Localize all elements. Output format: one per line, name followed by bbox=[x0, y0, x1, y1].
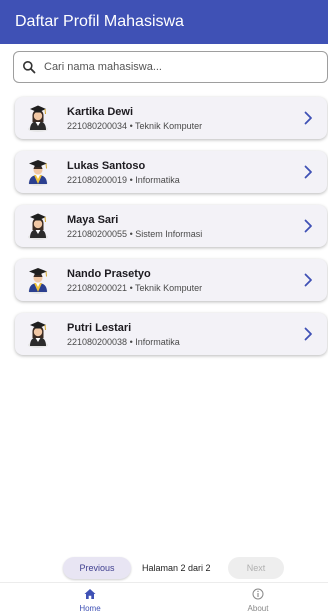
home-icon bbox=[84, 589, 96, 599]
previous-button[interactable]: Previous bbox=[63, 557, 131, 579]
student-meta: 221080200034 • Teknik Komputer bbox=[67, 121, 203, 131]
student-card[interactable]: Putri Lestari 221080200038 • Informatika bbox=[15, 313, 327, 355]
student-name: Putri Lestari bbox=[67, 322, 132, 334]
female-graduate-avatar bbox=[24, 212, 52, 240]
nav-item-home[interactable]: Home bbox=[40, 583, 140, 615]
next-button[interactable]: Next bbox=[228, 557, 284, 579]
info-icon bbox=[252, 588, 264, 600]
chevron-right-icon[interactable] bbox=[300, 272, 316, 288]
student-name: Nando Prasetyo bbox=[67, 268, 151, 280]
chevron-right-icon[interactable] bbox=[300, 164, 316, 180]
student-meta: 221080200021 • Teknik Komputer bbox=[67, 283, 203, 293]
nav-label-about: About bbox=[247, 604, 269, 613]
bottom-navigation: Home About bbox=[0, 582, 328, 615]
chevron-right-icon[interactable] bbox=[300, 110, 316, 126]
female-graduate-avatar bbox=[24, 104, 52, 132]
pagination: Previous Halaman 2 dari 2 Next bbox=[0, 557, 328, 579]
student-card[interactable]: Maya Sari 221080200055 • Sistem Informas… bbox=[15, 205, 327, 247]
student-card[interactable]: Lukas Santoso 221080200019 • Informatika bbox=[15, 151, 327, 193]
search-input[interactable]: Cari nama mahasiswa... bbox=[13, 51, 328, 83]
search-placeholder: Cari nama mahasiswa... bbox=[44, 61, 162, 73]
chevron-right-icon[interactable] bbox=[300, 218, 316, 234]
app-root: Daftar Profil Mahasiswa Cari nama mahasi… bbox=[0, 0, 328, 615]
student-meta: 221080200038 • Informatika bbox=[67, 337, 180, 347]
student-meta: 221080200019 • Informatika bbox=[67, 175, 180, 185]
nav-item-about[interactable]: About bbox=[208, 583, 308, 615]
student-card[interactable]: Nando Prasetyo 221080200021 • Teknik Kom… bbox=[15, 259, 327, 301]
male-graduate-avatar bbox=[24, 266, 52, 294]
student-card[interactable]: Kartika Dewi 221080200034 • Teknik Kompu… bbox=[15, 97, 327, 139]
app-bar: Daftar Profil Mahasiswa bbox=[0, 0, 328, 44]
nav-label-home: Home bbox=[79, 604, 101, 613]
chevron-right-icon[interactable] bbox=[300, 326, 316, 342]
female-graduate-avatar bbox=[24, 320, 52, 348]
page-title: Daftar Profil Mahasiswa bbox=[15, 13, 184, 30]
student-name: Maya Sari bbox=[67, 214, 119, 226]
student-list: Kartika Dewi 221080200034 • Teknik Kompu… bbox=[15, 97, 327, 367]
search-icon bbox=[23, 61, 36, 74]
student-name: Kartika Dewi bbox=[67, 106, 134, 118]
student-meta: 221080200055 • Sistem Informasi bbox=[67, 229, 203, 239]
male-graduate-avatar bbox=[24, 158, 52, 186]
student-name: Lukas Santoso bbox=[67, 160, 146, 172]
page-indicator: Halaman 2 dari 2 bbox=[142, 563, 211, 573]
